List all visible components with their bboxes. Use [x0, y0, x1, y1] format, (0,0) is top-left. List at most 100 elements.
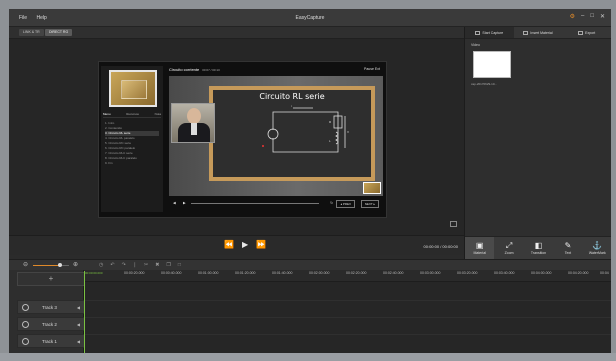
zoom-knob[interactable] [58, 263, 62, 267]
ruler-tick: 00:00:40.000 [161, 271, 182, 275]
video-thumbnail[interactable] [473, 51, 511, 78]
tab-label: Start Capture [482, 30, 504, 35]
transport-bar: ⏪ ▶ ⏩ 00:00:00 / 00:00:00 [9, 235, 464, 255]
webcam-overlay[interactable] [171, 103, 215, 143]
tab-insert-material[interactable]: Insert Material [514, 27, 563, 38]
tool-material[interactable]: ▣ Material [465, 237, 495, 259]
speaker-icon[interactable]: ◀ [77, 322, 80, 327]
logo-thumbnail [109, 70, 157, 107]
tool-label: WaterMark [588, 251, 606, 255]
minimize-icon[interactable]: – [581, 13, 584, 20]
track-header-2[interactable]: Track 2 ◀ [17, 317, 85, 331]
ruler-tick: 00:03:00.000 [420, 271, 441, 275]
split-icon[interactable]: ❘ [133, 262, 137, 268]
slide-header: Circuito corriente 00:07 / 00:10 [169, 67, 220, 72]
zoom-in-icon[interactable]: ⊕ [73, 261, 78, 268]
ruler-tick: 00:02:20.000 [346, 271, 367, 275]
timeline-ruler[interactable]: 00:00:20.000 00:00:40.000 00:01:00.000 0… [84, 270, 611, 282]
board-title: Circuito RL serie [259, 92, 325, 101]
view-tab-a[interactable]: LINK & TR [19, 29, 44, 36]
add-track-button[interactable]: + [17, 272, 85, 286]
corner-logo [363, 182, 381, 194]
zoom-fill [33, 265, 60, 266]
tab-menu[interactable]: Menu [103, 112, 111, 117]
tab-start-capture[interactable]: Start Capture [465, 27, 514, 38]
track-headers: + Track 3 ◀ Track 2 ◀ Track 1 ◀ [9, 270, 85, 353]
slide-header-time: 00:07 / 00:10 [202, 68, 220, 72]
copy-icon[interactable]: ❐ [166, 262, 170, 268]
tool-label: Text [564, 251, 572, 255]
tool-transition[interactable]: ◧ Transition [524, 237, 553, 259]
svg-text:i: i [291, 104, 292, 108]
volume-icon[interactable]: ◀ [173, 201, 176, 205]
clock-icon[interactable]: ◷ [99, 262, 103, 268]
track-header-3[interactable]: Track 3 ◀ [17, 300, 85, 314]
lane-divider [84, 300, 611, 301]
video-filename: cap-20170629-10... [471, 82, 498, 86]
svg-text:V: V [347, 130, 349, 134]
film-reel-icon [22, 337, 29, 345]
window-controls: ⚙ – □ ✕ [570, 13, 605, 20]
speaker-icon[interactable]: ◀ [77, 339, 80, 344]
material-icon: ▣ [475, 241, 484, 250]
tool-label: Transition [530, 251, 547, 255]
undo-icon[interactable]: ↶ [110, 262, 114, 268]
timeline-lanes[interactable] [84, 282, 611, 353]
redo-icon[interactable]: ↷ [122, 262, 126, 268]
slide-controls[interactable]: Pause Ext [364, 67, 380, 71]
camera-icon [475, 30, 481, 35]
view-tabs-bar: LINK & TR DIRECT RG [9, 27, 464, 39]
lane-divider [84, 317, 611, 318]
tab-nota[interactable]: Nota [155, 112, 161, 117]
tool-zoom[interactable]: ⤢ Zoom [494, 237, 523, 259]
track-header-1[interactable]: Track 1 ◀ [17, 334, 85, 348]
rewind-icon[interactable]: ⏪ [224, 240, 234, 249]
tab-export[interactable]: Export [562, 27, 611, 38]
image-icon [523, 30, 529, 35]
slide-outline: 1. Intro 2. Contenido 3. Circuito RL ser… [105, 121, 159, 166]
lane-divider [84, 334, 611, 335]
player-progress[interactable] [191, 203, 319, 204]
ruler-tick: 00:00:20.000 [124, 271, 145, 275]
zoom-slider[interactable] [33, 263, 69, 267]
close-icon[interactable]: ✕ [600, 13, 605, 20]
fit-icon[interactable] [450, 221, 457, 227]
tab-recursos[interactable]: Recursos [126, 112, 139, 117]
cut-icon[interactable]: ✂ [144, 262, 148, 268]
outline-item[interactable]: 9. Fin [105, 161, 159, 166]
view-tab-b[interactable]: DIRECT RG [45, 29, 73, 36]
maximize-icon[interactable]: □ [590, 13, 594, 20]
tool-text[interactable]: ✎ Text [553, 237, 582, 259]
settings-icon[interactable]: ⚙ [570, 13, 575, 20]
tool-row: ▣ Material ⤢ Zoom ◧ Transition ✎ Text ⚓ Water… [465, 236, 611, 259]
desktop-strip [0, 353, 616, 361]
watermark-icon: ⚓ [592, 241, 603, 250]
track-label: Track 2 [42, 321, 57, 327]
tool-watermark[interactable]: ⚓ WaterMark [583, 237, 611, 259]
ruler-tick: 00:01:40.000 [272, 271, 293, 275]
ruler-tick: 00:04:00.000 [531, 271, 552, 275]
replay-icon[interactable]: ↻ [330, 201, 333, 205]
speaker-icon[interactable]: ◀ [77, 305, 80, 310]
prev-button[interactable]: ◂ PREV [336, 200, 355, 208]
text-icon: ✎ [564, 241, 572, 250]
delete-icon[interactable]: ✖ [155, 262, 159, 268]
timeline-tools: ◷ ↶ ↷ ❘ ✂ ✖ ❐ □ [99, 262, 181, 268]
play-icon[interactable]: ▶ [183, 201, 186, 205]
preview-stage: Menu Recursos Nota 1. Intro 2. Contenido… [9, 39, 464, 241]
sidebar-tabs: Menu Recursos Nota [103, 112, 161, 118]
presenter-head [187, 108, 201, 124]
film-reel-icon [22, 320, 29, 328]
zoom-out-icon[interactable]: ⊖ [23, 261, 28, 268]
play-icon[interactable]: ▶ [242, 240, 248, 249]
crop-icon[interactable]: □ [178, 262, 181, 268]
playhead[interactable] [84, 271, 85, 353]
slide-header-title: Circuito corriente [169, 67, 200, 72]
svg-text:R: R [329, 120, 332, 124]
fast-forward-icon[interactable]: ⏩ [256, 240, 266, 249]
transition-icon: ◧ [534, 241, 543, 250]
next-button[interactable]: NEXT ▸ [360, 200, 379, 208]
transport-buttons: ⏪ ▶ ⏩ [224, 240, 266, 249]
ruler-tick: 00:03:40.000 [494, 271, 515, 275]
export-icon [578, 30, 584, 35]
